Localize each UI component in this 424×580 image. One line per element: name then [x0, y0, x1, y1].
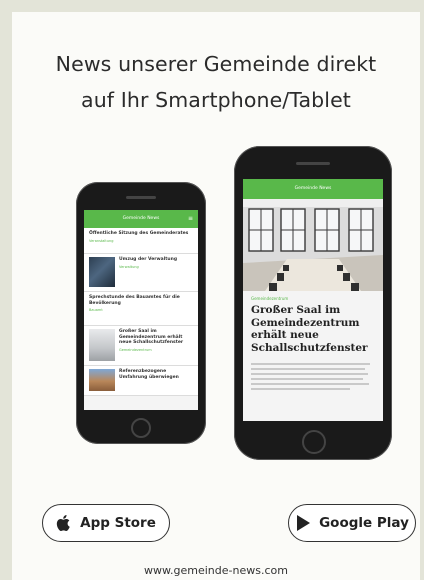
list-item-title: Referenzbezogene Umfahrung überwiegen	[119, 369, 179, 380]
menu-icon[interactable]: ≡	[188, 210, 193, 228]
headline-line-1: News unserer Gemeinde direkt	[55, 52, 377, 76]
speaker	[126, 196, 156, 199]
website-url[interactable]: www.gemeinde-news.com	[12, 564, 420, 577]
app-store-label: App Store	[80, 515, 156, 531]
article-body	[243, 354, 383, 399]
app-store-button[interactable]: App Store	[42, 504, 170, 542]
large-phone-screen: Gemeinde News Gemeindezentrum Großer Saa…	[243, 179, 383, 421]
list-item[interactable]: Umzug der Verwaltung Verwaltung	[84, 254, 198, 292]
list-item-title: Öffentliche Sitzung des Gemeinderates	[89, 231, 189, 236]
small-phone-screen: Gemeinde News ≡ Öffentliche Sitzung des …	[84, 210, 198, 410]
speaker	[296, 162, 330, 165]
play-icon	[297, 515, 311, 531]
app-bar: Gemeinde News	[243, 179, 383, 199]
article-meta: Gemeindezentrum	[251, 296, 289, 301]
home-button[interactable]	[302, 430, 326, 454]
app-bar-title: Gemeinde News	[294, 186, 332, 191]
thumbnail-building	[89, 257, 115, 287]
list-item-title: Großer Saal im Gemeindezentrum erhält ne…	[119, 329, 184, 345]
thumbnail-town	[89, 369, 115, 391]
list-item-title: Sprechstunde des Bauamtes für die Bevölk…	[89, 295, 180, 306]
list-item-meta: Verwaltung	[119, 264, 139, 269]
large-phone: Gemeinde News Gemeindezentrum Großer Saa…	[234, 146, 392, 460]
list-item[interactable]: Sprechstunde des Bauamtes für die Bevölk…	[84, 292, 198, 326]
list-item[interactable]: Öffentliche Sitzung des Gemeinderates Ve…	[84, 228, 198, 254]
hall-illustration	[243, 199, 383, 291]
headline: News unserer Gemeinde direkt auf Ihr Sma…	[12, 46, 420, 118]
apple-icon	[56, 515, 70, 531]
small-phone: Gemeinde News ≡ Öffentliche Sitzung des …	[76, 182, 206, 444]
headline-line-2: auf Ihr Smartphone/Tablet	[81, 88, 351, 112]
list-item-meta: Bauamt	[89, 308, 103, 312]
list-item-meta: Gemeindezentrum	[119, 347, 152, 352]
home-button[interactable]	[131, 418, 151, 438]
list-item[interactable]: Referenzbezogene Umfahrung überwiegen	[84, 366, 198, 396]
app-bar-title: Gemeinde News	[122, 216, 160, 221]
app-bar: Gemeinde News ≡	[84, 210, 198, 228]
flyer: News unserer Gemeinde direkt auf Ihr Sma…	[12, 12, 420, 580]
google-play-button[interactable]: Google Play	[288, 504, 416, 542]
list-item-meta: Veranstaltung	[89, 238, 114, 243]
thumbnail-hall	[89, 329, 115, 361]
article-title[interactable]: Großer Saal im Gemeindezentrum erhält ne…	[243, 301, 383, 354]
article-photo	[243, 199, 383, 291]
list-item[interactable]: Großer Saal im Gemeindezentrum erhält ne…	[84, 326, 198, 366]
list-item-title: Umzug der Verwaltung	[119, 257, 178, 262]
google-play-label: Google Play	[319, 515, 409, 531]
